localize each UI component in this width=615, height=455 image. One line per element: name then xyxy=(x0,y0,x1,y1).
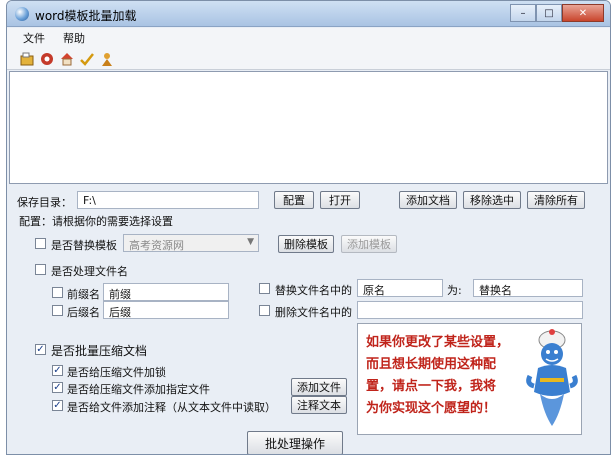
menu-bar: 文件 帮助 xyxy=(7,28,610,48)
menu-help[interactable]: 帮助 xyxy=(63,30,85,46)
app-window: word模板批量加载 – □ ✕ 文件 帮助 保存目录： F:\ 配置 打开 添… xyxy=(6,0,611,455)
replace-template-label: 是否替换模板 xyxy=(51,239,117,252)
add-file-label: 是否给压缩文件添加指定文件 xyxy=(67,383,210,396)
template-combo[interactable]: 高考资源网 ▼ xyxy=(123,234,259,252)
add-doc-button[interactable]: 添加文档 xyxy=(399,191,457,209)
tip-line: 置，请点一下我，我将 xyxy=(366,379,497,394)
lock-compress-label: 是否给压缩文件加锁 xyxy=(67,366,166,379)
lock-compress-checkbox[interactable]: ✓ xyxy=(52,365,63,376)
check-icon[interactable] xyxy=(79,51,95,67)
add-file-button[interactable]: 添加文件 xyxy=(291,378,347,396)
replace-template-checkbox[interactable] xyxy=(35,238,46,249)
process-filename-checkbox[interactable] xyxy=(35,264,46,275)
app-icon xyxy=(15,7,29,21)
window-controls: – □ ✕ xyxy=(510,4,604,22)
suffix-checkbox[interactable] xyxy=(52,305,63,316)
suffix-label: 后缀名 xyxy=(67,306,100,319)
add-template-button[interactable]: 添加模板 xyxy=(341,235,397,253)
config-hint: 配置：请根据你的需要选择设置 xyxy=(19,215,173,228)
delete-filename-input[interactable] xyxy=(357,301,583,319)
home-icon[interactable] xyxy=(59,51,75,67)
save-dir-input[interactable]: F:\ xyxy=(77,191,259,209)
delete-filename-checkbox[interactable] xyxy=(259,305,270,316)
replace-filename-label: 替换文件名中的 xyxy=(275,284,352,297)
delete-filename-label: 删除文件名中的 xyxy=(275,306,352,319)
close-button[interactable]: ✕ xyxy=(562,4,604,22)
tip-text: 如果你更改了某些设置， 而且想长期使用这种配 置，请点一下我，我将 为你实现这个… xyxy=(366,332,521,420)
template-combo-value: 高考资源网 xyxy=(129,239,184,252)
add-file-checkbox[interactable]: ✓ xyxy=(52,382,63,393)
genie-icon xyxy=(526,329,578,426)
menu-file[interactable]: 文件 xyxy=(23,30,45,46)
file-list[interactable] xyxy=(9,71,608,184)
title-bar[interactable]: word模板批量加载 – □ ✕ xyxy=(7,1,610,27)
add-comment-checkbox[interactable]: ✓ xyxy=(52,400,63,411)
replace-to-label: 为: xyxy=(447,284,462,297)
replace-to-input[interactable]: 替换名 xyxy=(473,279,583,297)
minimize-button[interactable]: – xyxy=(510,4,536,22)
config-button[interactable]: 配置 xyxy=(274,191,314,209)
maximize-button[interactable]: □ xyxy=(536,4,562,22)
process-filename-label: 是否处理文件名 xyxy=(51,265,128,278)
tip-line: 为你实现这个愿望的！ xyxy=(366,401,497,416)
delete-template-button[interactable]: 删除模板 xyxy=(278,235,334,253)
batch-process-button[interactable]: 批处理操作 xyxy=(247,431,343,454)
user-icon[interactable] xyxy=(99,51,115,67)
add-comment-label: 是否给文件添加注释（从文本文件中读取） xyxy=(67,401,276,414)
clear-all-button[interactable]: 清除所有 xyxy=(527,191,585,209)
window-title: word模板批量加载 xyxy=(35,9,137,23)
prefix-label: 前缀名 xyxy=(67,288,100,301)
prefix-checkbox[interactable] xyxy=(52,287,63,298)
remove-selected-button[interactable]: 移除选中 xyxy=(463,191,521,209)
tip-line: 而且想长期使用这种配 xyxy=(366,357,497,372)
save-config-tip-panel[interactable]: 如果你更改了某些设置， 而且想长期使用这种配 置，请点一下我，我将 为你实现这个… xyxy=(357,323,582,435)
suffix-input[interactable]: 后缀 xyxy=(103,301,229,319)
comment-text-button[interactable]: 注释文本 xyxy=(291,396,347,414)
open-button[interactable]: 打开 xyxy=(320,191,360,209)
replace-filename-checkbox[interactable] xyxy=(259,283,270,294)
batch-compress-checkbox[interactable]: ✓ xyxy=(35,344,46,355)
prefix-input[interactable]: 前缀 xyxy=(103,283,229,301)
save-dir-label: 保存目录： xyxy=(17,196,72,209)
record-icon[interactable] xyxy=(39,51,55,67)
open-icon[interactable] xyxy=(19,51,35,67)
batch-compress-label: 是否批量压缩文档 xyxy=(51,344,148,358)
replace-from-input[interactable]: 原名 xyxy=(357,279,443,297)
toolbar xyxy=(7,48,610,70)
chevron-down-icon: ▼ xyxy=(247,237,254,247)
tip-line: 如果你更改了某些设置， xyxy=(366,335,510,350)
